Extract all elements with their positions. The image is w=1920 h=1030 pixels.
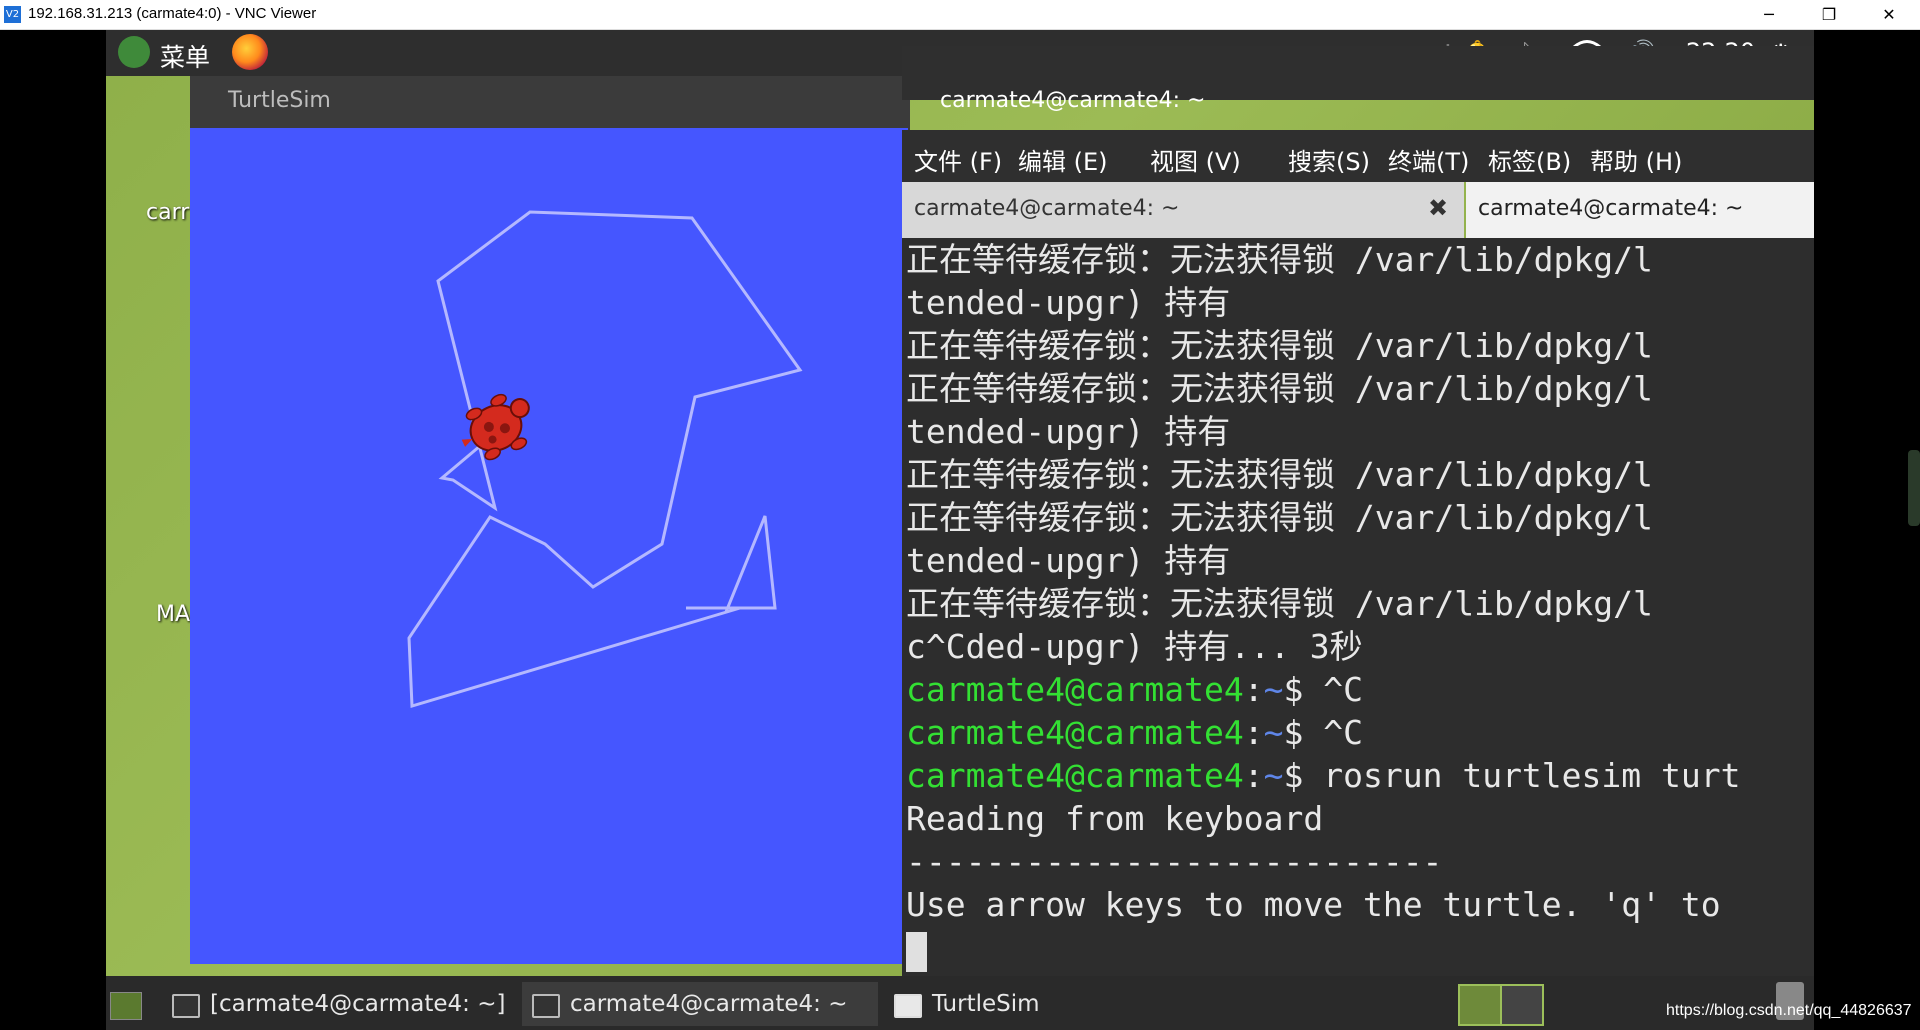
taskbar-item-turtlesim[interactable]: TurtleSim — [932, 986, 1040, 1022]
vnc-window-title: 192.168.31.213 (carmate4:0) - VNC Viewer — [28, 5, 317, 22]
terminal-line: 正在等待缓存锁：无法获得锁 /var/lib/dpkg/l — [906, 455, 1653, 494]
terminal-line: tended-upgr) 持有 — [906, 283, 1231, 322]
menu-view[interactable]: 视图 (V) — [1150, 142, 1241, 177]
taskbar-item-terminal-2[interactable]: carmate4@carmate4: ~ — [570, 986, 848, 1022]
terminal-title: carmate4@carmate4: ~ — [940, 88, 1206, 113]
terminal-line: 正在等待缓存锁：无法获得锁 /var/lib/dpkg/l — [906, 240, 1653, 279]
terminal-output[interactable]: 正在等待缓存锁：无法获得锁 /var/lib/dpkg/l tended-upg… — [902, 238, 1814, 976]
menu-search[interactable]: 搜索(S) — [1288, 142, 1370, 177]
taskbar-item-terminal-1[interactable]: [carmate4@carmate4: ~] — [210, 986, 505, 1022]
menu-terminal[interactable]: 终端(T) — [1388, 142, 1469, 177]
watermark: https://blog.csdn.net/qq_44826637 — [1666, 1002, 1912, 1019]
menu-help[interactable]: 帮助 (H) — [1590, 142, 1682, 177]
prompt-sep: : — [1243, 756, 1264, 795]
tab-terminal-2-label: carmate4@carmate4: ~ — [1478, 196, 1744, 221]
prompt-dollar: $ — [1283, 670, 1304, 709]
prompt-dollar: $ — [1283, 713, 1304, 752]
menu-edit[interactable]: 编辑 (E) — [1018, 142, 1108, 177]
vnc-app-icon: V2 — [4, 6, 21, 23]
terminal-line: Reading from keyboard — [906, 799, 1324, 838]
terminal-prompt-line: carmate4@carmate4:~$ rosrun turtlesim tu… — [906, 754, 1740, 797]
turtle-path-drawing — [407, 210, 803, 708]
terminal-line: c^Cded-upgr) 持有... 3秒 — [906, 627, 1363, 666]
workspace-2[interactable] — [1500, 984, 1544, 1026]
prompt-path: ~ — [1263, 713, 1284, 752]
show-desktop-icon[interactable] — [110, 992, 142, 1020]
prompt-user: carmate4@carmate4 — [906, 670, 1244, 709]
turtle-trail — [407, 210, 803, 708]
terminal-line: tended-upgr) 持有 — [906, 541, 1231, 580]
terminal-task-icon — [172, 994, 200, 1018]
prompt-sep: : — [1243, 713, 1264, 752]
terminal-task-icon — [532, 994, 560, 1018]
turtlesim-canvas — [190, 128, 908, 964]
turtlesim-task-icon — [894, 994, 922, 1018]
terminal-line: 正在等待缓存锁：无法获得锁 /var/lib/dpkg/l — [906, 498, 1653, 537]
prompt-command: ^C — [1303, 670, 1363, 709]
terminal-prompt-line: carmate4@carmate4:~$ ^C — [906, 668, 1363, 711]
terminal-line: Use arrow keys to move the turtle. 'q' t… — [906, 885, 1721, 924]
prompt-command: ^C — [1303, 713, 1363, 752]
prompt-command: rosrun turtlesim turt — [1303, 756, 1741, 795]
menu-icon[interactable] — [118, 36, 150, 68]
tab-terminal-1-label: carmate4@carmate4: ~ — [914, 196, 1180, 221]
terminal-line: 正在等待缓存锁：无法获得锁 /var/lib/dpkg/l — [906, 584, 1653, 623]
side-handle[interactable] — [1908, 450, 1920, 526]
prompt-dollar: $ — [1283, 756, 1304, 795]
prompt-user: carmate4@carmate4 — [906, 756, 1244, 795]
prompt-user: carmate4@carmate4 — [906, 713, 1244, 752]
menu-tabs[interactable]: 标签(B) — [1488, 142, 1571, 177]
prompt-path: ~ — [1263, 756, 1284, 795]
terminal-cursor — [906, 932, 927, 972]
terminal-prompt-line: carmate4@carmate4:~$ ^C — [906, 711, 1363, 754]
firefox-icon[interactable] — [232, 34, 268, 70]
prompt-sep: : — [1243, 670, 1264, 709]
tab-close-icon[interactable]: ✖ — [1428, 194, 1448, 222]
desktop-icon-label[interactable]: MA — [156, 602, 190, 627]
turtlesim-title: TurtleSim — [228, 88, 331, 113]
restore-button[interactable]: ❐ — [1806, 0, 1852, 29]
prompt-path: ~ — [1263, 670, 1284, 709]
menu-button[interactable]: 菜单 — [160, 38, 210, 74]
workspace-1[interactable] — [1458, 984, 1502, 1026]
terminal-line: tended-upgr) 持有 — [906, 412, 1231, 451]
terminal-line: --------------------------- — [906, 842, 1443, 881]
terminal-line: 正在等待缓存锁：无法获得锁 /var/lib/dpkg/l — [906, 369, 1653, 408]
menu-file[interactable]: 文件 (F) — [914, 142, 1002, 177]
minimize-button[interactable]: ─ — [1746, 0, 1792, 29]
desktop-icon-label[interactable]: carr — [146, 200, 189, 225]
close-button[interactable]: ✕ — [1866, 0, 1912, 29]
terminal-line: 正在等待缓存锁：无法获得锁 /var/lib/dpkg/l — [906, 326, 1653, 365]
